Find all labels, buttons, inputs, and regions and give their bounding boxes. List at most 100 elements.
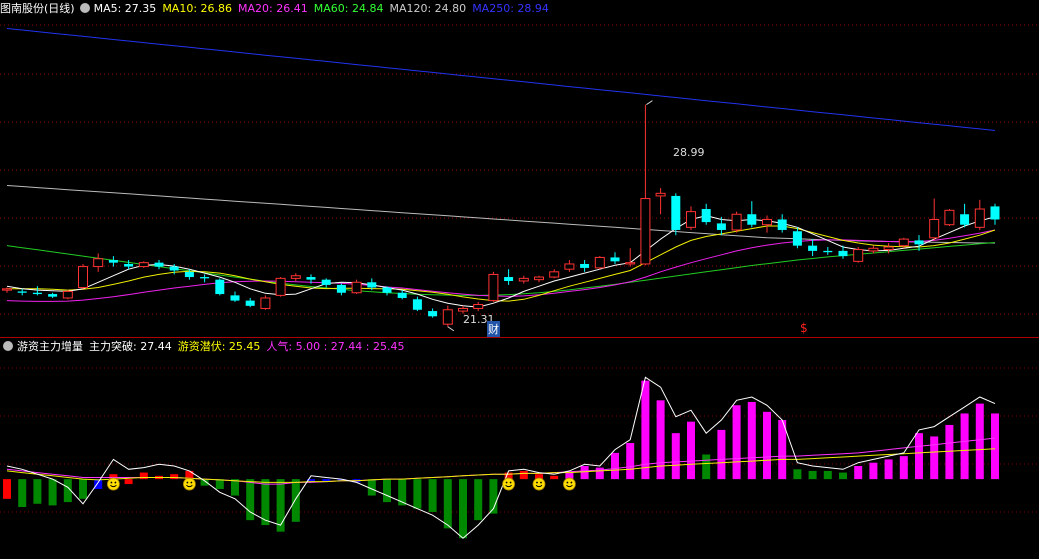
candle-body bbox=[124, 263, 134, 267]
candle bbox=[534, 275, 544, 283]
candle-body bbox=[215, 279, 225, 295]
main-legend: 图南股份(日线) MA5: 27.35 MA10: 26.86 MA20: 26.41… bbox=[0, 0, 555, 18]
ma10-label: MA10: 26.86 bbox=[162, 2, 233, 15]
smiley-eye bbox=[114, 481, 117, 484]
candle-body bbox=[564, 263, 575, 270]
oscillator-bar bbox=[322, 479, 331, 482]
candle-body bbox=[230, 295, 240, 301]
oscillator-bar bbox=[869, 462, 878, 480]
ma5-line bbox=[6, 215, 996, 308]
candle-body bbox=[944, 209, 955, 226]
indicator-toggle-icon[interactable] bbox=[79, 3, 90, 13]
candle bbox=[655, 188, 666, 215]
candle-body bbox=[701, 209, 711, 223]
candle bbox=[518, 275, 529, 284]
oscillator-bar bbox=[975, 403, 984, 480]
candle bbox=[823, 246, 833, 255]
breakout-label: 主力突破: 27.44 bbox=[89, 340, 172, 353]
candle bbox=[260, 295, 271, 310]
candle-body bbox=[275, 277, 286, 296]
chart-title: 图南股份(日线) bbox=[0, 2, 75, 15]
candle-body bbox=[154, 262, 164, 267]
smiley-face bbox=[182, 477, 196, 491]
candle-body bbox=[200, 277, 210, 279]
candle bbox=[731, 211, 742, 233]
candle-body bbox=[594, 256, 605, 269]
oscillator-bar bbox=[991, 413, 999, 480]
candle-body bbox=[306, 277, 316, 280]
smiley-face bbox=[532, 477, 546, 491]
finance-marker[interactable]: 财 bbox=[487, 321, 500, 337]
smiley-eye bbox=[509, 481, 512, 484]
candle-body bbox=[290, 275, 301, 279]
candle bbox=[990, 203, 1000, 225]
candle-body bbox=[823, 250, 833, 253]
smiley-icon bbox=[502, 477, 516, 491]
high-price-label: 28.99 bbox=[673, 146, 705, 159]
dollar-marker[interactable]: $ bbox=[800, 321, 808, 335]
candle-body bbox=[442, 309, 453, 325]
ma120-label: MA120: 24.80 bbox=[389, 2, 467, 15]
candle-body bbox=[32, 292, 42, 295]
oscillator-bar bbox=[793, 469, 802, 480]
candle-body bbox=[898, 238, 909, 247]
candle bbox=[580, 260, 590, 272]
oscillator-bar bbox=[732, 405, 741, 480]
oscillator-bar bbox=[33, 479, 42, 504]
candle-body bbox=[640, 198, 651, 265]
smiley-eye bbox=[570, 481, 573, 484]
candle bbox=[808, 239, 818, 257]
candle bbox=[93, 253, 104, 272]
smiley-icon bbox=[532, 477, 546, 491]
smiley-icon bbox=[107, 477, 120, 491]
candlestick-chart[interactable] bbox=[0, 0, 1039, 337]
oscillator-chart[interactable] bbox=[0, 338, 1039, 559]
candle bbox=[124, 260, 134, 270]
candle bbox=[853, 246, 864, 263]
oscillator-bar bbox=[930, 436, 939, 480]
candle-body bbox=[625, 262, 636, 265]
oscillator-bar bbox=[702, 454, 711, 480]
candle bbox=[412, 296, 422, 312]
oscillator-bar bbox=[763, 411, 771, 480]
candle bbox=[944, 209, 955, 227]
candle bbox=[200, 274, 210, 283]
main-chart-panel[interactable]: 图南股份(日线) MA5: 27.35 MA10: 26.86 MA20: 26.41… bbox=[0, 0, 1039, 337]
candle bbox=[594, 256, 605, 270]
indicator-toggle-icon[interactable] bbox=[3, 341, 13, 351]
smiley-eye bbox=[110, 481, 113, 484]
oscillator-bar bbox=[3, 479, 11, 499]
oscillator-bar bbox=[383, 479, 391, 503]
indicator-title: 游资主力增量 bbox=[17, 340, 83, 353]
high-pointer bbox=[646, 100, 653, 106]
candle-body bbox=[868, 247, 879, 252]
oscillator-bar bbox=[671, 433, 680, 480]
candle bbox=[336, 283, 346, 296]
candle-body bbox=[473, 304, 484, 309]
smiley-face bbox=[563, 477, 576, 491]
candle bbox=[929, 198, 940, 241]
candle bbox=[48, 292, 58, 298]
candle-body bbox=[534, 276, 544, 281]
candle-body bbox=[549, 271, 560, 278]
candle-body bbox=[838, 250, 848, 257]
oscillator-bar bbox=[687, 421, 695, 480]
oscillator-bar bbox=[291, 479, 300, 522]
candle-body bbox=[518, 277, 529, 282]
candle-body bbox=[777, 219, 787, 230]
candle bbox=[610, 252, 620, 264]
candle bbox=[625, 248, 636, 267]
candle bbox=[154, 260, 164, 270]
candle-body bbox=[428, 311, 438, 317]
indicator-panel[interactable]: 游资主力增量 主力突破: 27.44 游资潜伏: 25.45 人气: 5.00 : 2… bbox=[0, 338, 1039, 559]
candle bbox=[974, 199, 985, 230]
ma20-label: MA20: 26.41 bbox=[238, 2, 308, 15]
candle bbox=[275, 277, 286, 297]
smiley-eye bbox=[536, 481, 538, 484]
candle bbox=[351, 279, 362, 295]
candle-body bbox=[716, 223, 726, 230]
candle-body bbox=[260, 297, 271, 309]
oscillator-bar bbox=[94, 479, 103, 489]
oscillator-bar bbox=[580, 465, 589, 480]
oscillator-bar bbox=[717, 429, 726, 480]
